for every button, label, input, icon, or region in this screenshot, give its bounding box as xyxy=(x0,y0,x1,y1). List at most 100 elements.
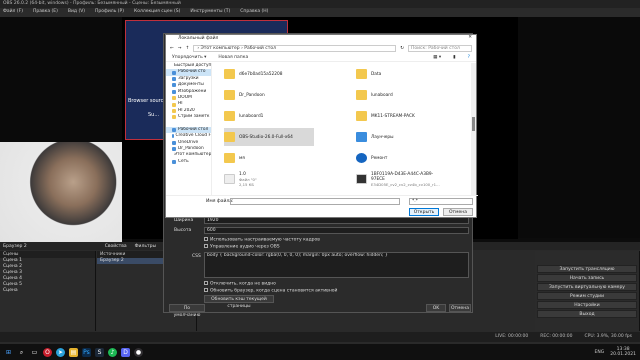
file-name: 1BF0119A-D43E-A44C-A3B9-97ECE xyxy=(371,171,434,182)
file-icon xyxy=(356,174,367,184)
photoshop-icon[interactable]: Ps xyxy=(82,347,91,357)
folder-icon xyxy=(172,108,176,113)
folder-icon xyxy=(224,69,235,79)
folder-icon xyxy=(356,111,367,121)
file-meta: Файл "0" 2,15 КБ xyxy=(239,176,257,187)
file-name: мя xyxy=(239,155,245,161)
cpu-status: CPU: 3.9%, 30.00 fps xyxy=(584,334,633,339)
refresh-checkbox[interactable]: Обновить браузер, когда сцена становится… xyxy=(204,288,337,294)
control-button[interactable]: Запустить виртуальную камеру xyxy=(537,283,637,291)
menu-item[interactable]: Правка (E) xyxy=(33,9,58,16)
language-indicator[interactable]: ENG xyxy=(595,350,605,355)
height-input[interactable]: 600 xyxy=(204,227,469,234)
dialog-footer: Имя файла: *.* Открыть Отмена xyxy=(166,195,478,219)
file-tile[interactable]: мя xyxy=(224,149,314,167)
scenes-dock: Сцены Сцена 1 Сцена 2 Сцена 3 Сцена 4 Сцена … xyxy=(0,251,96,331)
height-label: Высота xyxy=(174,228,192,233)
menu-item[interactable]: Коллекция сцен (S) xyxy=(134,9,180,16)
new-folder-button[interactable]: Новая папка xyxy=(218,55,248,60)
folder-icon xyxy=(356,69,367,79)
control-button[interactable]: Настройки xyxy=(537,301,637,309)
up-arrow-icon[interactable]: ↑ xyxy=(186,46,190,51)
props-cancel-button[interactable]: Отмена xyxy=(449,304,471,312)
user-icon xyxy=(172,147,176,152)
scrollbar[interactable] xyxy=(471,63,476,195)
control-button[interactable]: Режим студии xyxy=(537,292,637,300)
control-button[interactable]: Выход xyxy=(537,310,637,318)
obs-icon[interactable]: ● xyxy=(134,347,143,357)
control-button[interactable]: Начать запись xyxy=(537,274,637,282)
file-tile[interactable]: Ремонт xyxy=(356,149,446,167)
file-tile[interactable]: Лаунчеры xyxy=(356,128,446,146)
file-name: Ремонт xyxy=(371,155,388,161)
file-explorer-icon[interactable]: ▤ xyxy=(69,347,78,357)
filters-button[interactable]: Фильтры xyxy=(135,244,156,249)
windows-start-icon[interactable]: ⊞ xyxy=(4,348,13,357)
desktop-icon xyxy=(172,128,176,133)
filename-input[interactable] xyxy=(230,198,400,205)
open-button[interactable]: Открыть xyxy=(409,208,439,216)
pictures-icon xyxy=(172,89,176,94)
search-input[interactable]: Поиск: Рабочий стол xyxy=(408,44,472,52)
help-file-icon xyxy=(356,153,367,163)
file-tile[interactable]: lunaboard xyxy=(356,86,446,104)
search-icon[interactable]: ⌕ xyxy=(17,348,26,357)
properties-button[interactable]: Свойства xyxy=(105,244,127,249)
file-name: lunaboard xyxy=(371,92,393,98)
dialog-toolbar: Упорядочить ▾ Новая папка ▦ ▾ ▮ ? xyxy=(166,53,476,62)
filetype-select[interactable]: *.* xyxy=(409,198,473,205)
folder-icon xyxy=(172,96,176,101)
clock[interactable]: 13:38 20.01.2021 xyxy=(610,347,636,357)
menu-item[interactable]: Справка (H) xyxy=(240,9,268,16)
breadcrumb[interactable]: › Этот компьютер › Рабочий стол xyxy=(193,44,397,52)
defaults-button[interactable]: По умолчанию xyxy=(169,304,205,318)
discord-icon[interactable]: D xyxy=(121,347,130,357)
file-tile[interactable]: 1.0 Файл "0" 2,15 КБ xyxy=(224,170,314,188)
css-textarea[interactable]: body { background-color: rgba(0, 0, 0, 0… xyxy=(204,252,469,278)
menu-item[interactable]: Профиль (P) xyxy=(95,9,124,16)
ok-button[interactable]: OK xyxy=(426,304,446,312)
file-tile[interactable]: d6e7b0ad15a52208 xyxy=(224,65,314,83)
menu-item[interactable]: Файл (F) xyxy=(3,9,23,16)
telegram-icon[interactable]: ➤ xyxy=(56,347,65,357)
rec-status: REC: 00:00:00 xyxy=(540,334,573,339)
file-meta: E34D05E_cv2_cv2_cv4b_cv100_r1... xyxy=(371,181,440,187)
live-status: LIVE: 00:00:00 xyxy=(495,334,529,339)
file-tile[interactable]: MK11-STREAM-PACK xyxy=(356,107,446,125)
control-button[interactable]: Запустить трансляцию xyxy=(537,265,637,273)
spotify-icon[interactable]: ♪ xyxy=(108,347,117,357)
refresh-icon[interactable]: ↻ xyxy=(400,46,404,51)
opera-icon[interactable]: O xyxy=(43,347,52,357)
menu-item[interactable]: Инструменты (T) xyxy=(190,9,230,16)
menu-item[interactable]: Вид (V) xyxy=(68,9,85,16)
file-tile[interactable]: Dr_Pandoon xyxy=(224,86,314,104)
refresh-cache-button[interactable]: Обновить кэш текущей страницы xyxy=(204,295,274,309)
file-tile[interactable]: lunaboard1 xyxy=(224,107,314,125)
forward-arrow-icon[interactable]: → xyxy=(178,46,182,51)
close-icon[interactable]: ✕ xyxy=(468,35,472,40)
back-arrow-icon[interactable]: ← xyxy=(170,46,174,51)
css-label: CSS xyxy=(192,254,201,259)
shortcut-icon xyxy=(356,132,367,142)
file-name: MK11-STREAM-PACK xyxy=(371,113,415,119)
file-tile[interactable]: Data xyxy=(356,65,446,83)
view-options-icon[interactable]: ▦ ▾ xyxy=(433,55,441,60)
task-view-icon[interactable]: ▭ xyxy=(30,348,39,357)
shutdown-checkbox[interactable]: Отключить, когда не видно xyxy=(204,281,276,287)
cloud-icon xyxy=(172,134,174,139)
folder-icon xyxy=(224,111,235,121)
file-tile[interactable]: OBS-Studio-26.0-Full-x64 xyxy=(224,128,314,146)
steam-icon[interactable]: S xyxy=(95,347,104,357)
preview-pane-icon[interactable]: ▮ xyxy=(453,55,455,60)
folder-icon xyxy=(224,90,235,100)
scene-item[interactable]: Сцена xyxy=(0,288,95,294)
taskbar: ⊞ ⌕ ▭ O ➤ ▤ Ps S ♪ D ● ENG 13:38 20.01.2… xyxy=(0,344,640,360)
file-tile[interactable]: 1BF0119A-D43E-A44C-A3B9-97ECE E34D05E_cv2… xyxy=(356,170,446,188)
custom-fps-checkbox[interactable]: Использовать настраиваемую частоту кадро… xyxy=(204,237,320,243)
help-icon[interactable]: ? xyxy=(468,55,470,60)
webcam-preview xyxy=(0,142,122,242)
control-audio-checkbox[interactable]: Управление аудио через OBS xyxy=(204,244,280,250)
organize-menu[interactable]: Упорядочить ▾ xyxy=(172,55,206,60)
cancel-button[interactable]: Отмена xyxy=(443,208,473,216)
nav-item[interactable]: Сеть xyxy=(166,159,211,165)
